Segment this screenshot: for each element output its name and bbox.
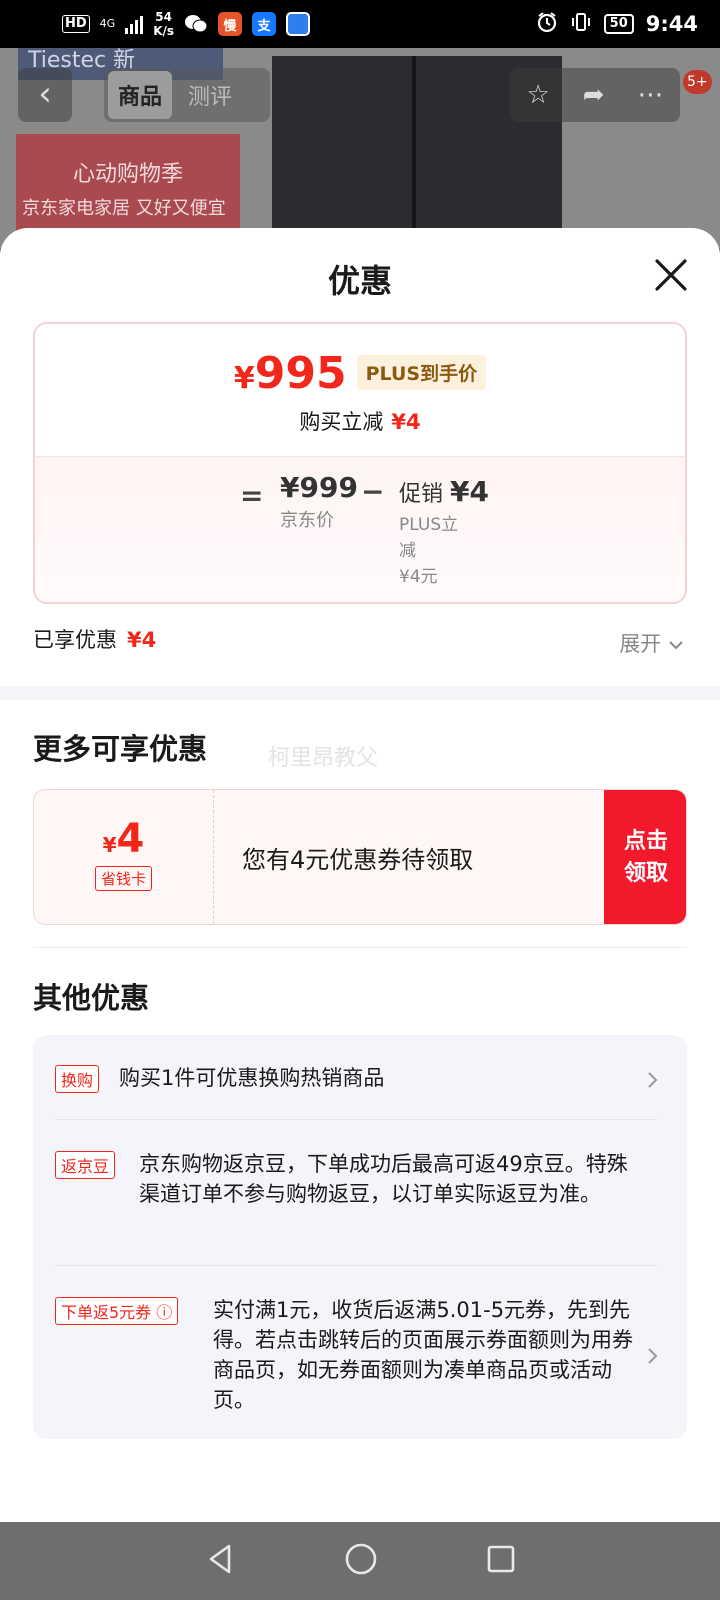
circle-home-icon xyxy=(345,1543,377,1575)
jd-price: ¥999 xyxy=(280,471,358,504)
nav-home-button[interactable] xyxy=(343,1541,379,1581)
price-summary: ¥995 PLUS到手价 购买立减 ¥4 xyxy=(35,324,685,456)
claim-button-line: 点击 xyxy=(623,829,668,854)
enjoyed-amount: ¥4 xyxy=(127,628,157,652)
triangle-back-icon xyxy=(209,1544,231,1574)
alarm-icon xyxy=(536,11,558,38)
speed-unit: K/s xyxy=(153,24,175,38)
banner-subtitle: 京东家电家居 又好又便宜 xyxy=(22,198,226,219)
final-price-value: 995 xyxy=(254,348,347,399)
claim-coupon-button[interactable]: 点击 领取 xyxy=(604,790,686,924)
promo-detail-line: ¥4元 xyxy=(399,567,438,587)
coupon-type-tag: 省钱卡 xyxy=(94,866,152,891)
reduce-label: 购买立减 xyxy=(299,410,384,434)
equals-sign: = xyxy=(240,479,264,512)
exchange-tag: 换购 xyxy=(55,1065,100,1093)
section-divider xyxy=(0,686,720,700)
coupon-amount-value: 4 xyxy=(116,816,145,862)
tab-goods[interactable]: 商品 xyxy=(108,71,173,119)
back-button[interactable]: ‹ xyxy=(18,68,72,122)
item-divider xyxy=(55,1265,657,1266)
watermark: 柯里昂教父 xyxy=(268,746,379,771)
coupon-currency: ¥ xyxy=(102,833,117,857)
status-bar: HD 4G 54 K/s 慢 支 50 9:44 xyxy=(0,0,720,48)
nav-back-button[interactable] xyxy=(203,1542,237,1580)
list-item-jd-beans: 返京豆 京东购物返京豆，下单成功后最高可返49京豆。特殊渠道订单不参与购物返豆，… xyxy=(55,1151,657,1251)
more-icon[interactable]: ⋯ xyxy=(637,80,663,110)
status-right: 50 9:44 xyxy=(536,11,698,38)
browser-icon xyxy=(286,12,311,36)
expand-label: 展开 xyxy=(619,632,662,656)
system-nav-bar xyxy=(0,1522,720,1600)
promo-block: 促销 ¥4 PLUS立 减 ¥4元 xyxy=(399,475,519,590)
wechat-icon xyxy=(184,12,208,36)
order-coupon-text: 实付满1元，收货后返满5.01-5元券，先到先得。若点击跳转后的页面展示券面额则… xyxy=(213,1298,633,1412)
exchange-text: 购买1件可优惠换购热销商品 xyxy=(119,1066,385,1090)
divider-line xyxy=(33,947,687,948)
star-icon[interactable]: ☆ xyxy=(526,80,549,110)
other-discounts-title: 其他优惠 xyxy=(33,981,150,1015)
hd-indicator: HD xyxy=(62,15,90,33)
nav-recents-button[interactable] xyxy=(485,1543,517,1579)
battery-icon: 50 xyxy=(603,14,634,34)
chevron-right-icon xyxy=(648,1072,658,1088)
promo-amount: ¥4 xyxy=(450,475,489,508)
alipay-icon: 支 xyxy=(252,12,277,36)
close-icon xyxy=(655,259,687,291)
list-item-exchange[interactable]: 换购 购买1件可优惠换购热销商品 xyxy=(55,1065,658,1105)
clock-time: 9:44 xyxy=(645,12,698,36)
currency-symbol: ¥ xyxy=(233,361,255,396)
coupon-value: ¥4 省钱卡 xyxy=(34,790,214,924)
promo-label: 促销 xyxy=(399,482,444,507)
network-type: 4G xyxy=(99,17,116,30)
enjoyed-discount: 已享优惠 ¥4 xyxy=(33,624,156,654)
product-page-background: Tiestec 新 心动购物季 京东家电家居 又好又便宜 ‹ 商品 测评 ☆ ➦… xyxy=(0,48,720,248)
status-left: HD 4G 54 K/s 慢 支 xyxy=(62,10,311,38)
notification-badge: 5+ xyxy=(683,70,712,94)
plus-price-badge: PLUS到手价 xyxy=(356,355,487,390)
price-breakdown-card: ¥995 PLUS到手价 购买立减 ¥4 = ¥999 京东价 − 促销 ¥4 P… xyxy=(33,322,687,604)
square-recents-icon xyxy=(487,1545,515,1573)
discount-sheet: 优惠 ¥995 PLUS到手价 购买立减 ¥4 = ¥999 京东价 − 促销 ¥… xyxy=(0,228,720,1522)
chevron-down-icon xyxy=(669,641,683,650)
promo-detail-line: PLUS立 xyxy=(399,515,459,535)
final-price: ¥995 xyxy=(234,348,347,399)
jd-beans-tag: 返京豆 xyxy=(55,1151,116,1179)
reduce-amount: ¥4 xyxy=(391,410,421,434)
coupon-text: 您有4元优惠券待领取 xyxy=(242,846,474,874)
promo-row: 促销 ¥4 xyxy=(399,475,519,508)
expand-button[interactable]: 展开 xyxy=(619,628,684,658)
other-discounts-list: 换购 购买1件可优惠换购热销商品 返京豆 京东购物返京豆，下单成功后最高可返49… xyxy=(33,1035,687,1439)
minus-sign: − xyxy=(361,475,385,508)
instant-reduce-row: 购买立减 ¥4 xyxy=(35,406,685,436)
share-icon[interactable]: ➦ xyxy=(583,80,605,110)
speed-value: 54 xyxy=(155,10,172,24)
network-speed: 54 K/s xyxy=(153,10,174,38)
chevron-right-icon xyxy=(648,1348,658,1364)
promo-detail-line: 减 xyxy=(399,541,416,561)
promo-detail: PLUS立 减 ¥4元 xyxy=(399,512,519,590)
top-actions: ☆ ➦ ⋯ xyxy=(510,68,680,122)
signal-icon xyxy=(125,14,144,34)
enjoyed-label: 已享优惠 xyxy=(33,628,117,652)
more-discounts-title: 更多可享优惠 xyxy=(33,732,208,766)
coupon-card: ¥4 省钱卡 您有4元优惠券待领取 点击 领取 xyxy=(33,789,687,925)
jd-beans-text: 京东购物返京豆，下单成功后最高可返49京豆。特殊渠道订单不参与购物返豆，以订单实… xyxy=(139,1152,628,1206)
jd-price-block: ¥999 京东价 xyxy=(280,471,358,532)
tab-review[interactable]: 测评 xyxy=(178,71,242,119)
product-tabs: 商品 测评 xyxy=(104,68,270,122)
coupon-amount: ¥4 xyxy=(34,816,213,862)
price-formula: = ¥999 京东价 − 促销 ¥4 PLUS立 减 ¥4元 xyxy=(35,456,685,602)
list-item-order-coupon[interactable]: 下单返5元券 ⓘ 实付满1元，收货后返满5.01-5元券，先到先得。若点击跳转后… xyxy=(55,1297,658,1421)
banner-title: 心动购物季 xyxy=(72,162,183,187)
item-divider xyxy=(55,1119,657,1120)
jd-price-label: 京东价 xyxy=(280,510,334,531)
order-coupon-tag: 下单返5元券 ⓘ xyxy=(55,1297,179,1325)
claim-button-line: 领取 xyxy=(623,861,668,886)
close-button[interactable] xyxy=(648,252,694,298)
app-man-icon: 慢 xyxy=(218,12,243,36)
final-price-row: ¥995 PLUS到手价 xyxy=(35,348,685,399)
sheet-title: 优惠 xyxy=(327,262,392,300)
vibrate-icon xyxy=(570,11,592,38)
